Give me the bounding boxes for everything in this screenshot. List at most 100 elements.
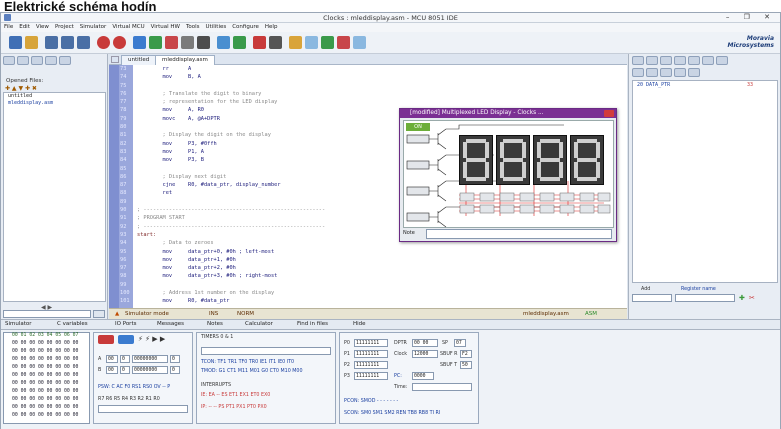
star-icon[interactable] [632, 56, 644, 65]
menu-simulator[interactable]: Simulator [77, 23, 110, 31]
opened-files-list[interactable]: untitled mleddisplay.asm [3, 92, 106, 302]
forward-icon[interactable] [17, 56, 29, 65]
pin-selectors[interactable] [458, 191, 612, 225]
file-item-untitled[interactable]: untitled [4, 93, 105, 100]
hex-row[interactable]: 00 00 00 00 00 00 00 00 [4, 405, 89, 413]
hex-row[interactable]: 00 00 00 00 00 00 00 00 [4, 341, 89, 349]
tab-hide[interactable]: Hide [353, 321, 366, 327]
menu-utilities[interactable]: Utilities [203, 23, 230, 31]
reg-a-bin[interactable]: 00000000 [132, 355, 168, 363]
code-line[interactable]: mov data_ptr+1, #0h [137, 256, 627, 264]
tab-calculator[interactable]: Calculator [245, 321, 273, 327]
tab-messages[interactable]: Messages [157, 321, 184, 327]
animate-icon[interactable] [165, 36, 178, 49]
pencil-icon[interactable] [289, 36, 302, 49]
code-line[interactable]: mov B, A [137, 73, 627, 81]
list-icon[interactable] [31, 56, 43, 65]
code-line[interactable]: rr A [137, 65, 627, 73]
save-all-icon[interactable] [77, 36, 90, 49]
code-line[interactable] [137, 281, 627, 289]
internal-ram-hex[interactable]: 00 01 02 03 04 05 06 07 00 00 00 00 00 0… [3, 332, 90, 424]
menu-edit[interactable]: Edit [16, 23, 33, 31]
register-name-input[interactable] [675, 294, 735, 302]
led-display-window[interactable]: [modified] Multiplexed LED Display - Clo… [399, 108, 617, 242]
tab-notes[interactable]: Notes [207, 321, 223, 327]
sim-run-icons[interactable]: ⚡ ⚡ ▶ ▶ [138, 335, 165, 343]
reg-a-dec[interactable]: 0 [120, 355, 130, 363]
reg-a-oct[interactable]: 0 [170, 355, 180, 363]
code-line[interactable] [137, 82, 627, 90]
code-line[interactable]: mov data_ptr+2, #0h [137, 264, 627, 272]
back-icon[interactable] [3, 56, 15, 65]
watch-add-icon[interactable] [632, 68, 644, 77]
pc-value[interactable]: 0000 [412, 372, 434, 380]
flag-icon[interactable] [660, 56, 672, 65]
sp-value[interactable]: 07 [454, 339, 466, 347]
menu-configure[interactable]: Configure [229, 23, 262, 31]
menu-view[interactable]: View [33, 23, 52, 31]
left-search-button[interactable] [93, 310, 105, 318]
open-file-icon[interactable] [25, 36, 38, 49]
spell-check-icon[interactable] [321, 36, 334, 49]
menu-help[interactable]: Help [262, 23, 281, 31]
tab-untitled[interactable]: untitled [121, 55, 157, 65]
tab-simulator[interactable]: Simulator [5, 321, 32, 327]
add-watch-icon[interactable]: ✚ [739, 294, 745, 302]
filter-icon[interactable] [45, 56, 57, 65]
menu-tools[interactable]: Tools [183, 23, 203, 31]
breakpoint-icon[interactable] [197, 36, 210, 49]
grid-icon[interactable] [688, 56, 700, 65]
p1-value[interactable]: 11111111 [354, 350, 388, 358]
bookmark-icon[interactable] [305, 36, 318, 49]
tab-find-in-files[interactable]: Find in files [297, 321, 328, 327]
hex-row[interactable]: 00 00 00 00 00 00 00 00 [4, 373, 89, 381]
hex-row[interactable]: 00 00 00 00 00 00 00 00 [4, 381, 89, 389]
table-icon[interactable] [702, 56, 714, 65]
new-file-icon[interactable] [9, 36, 22, 49]
note-input[interactable] [426, 229, 612, 239]
file-item-mleddisplay[interactable]: mleddisplay.asm [4, 100, 105, 107]
code-line[interactable]: mov data_ptr+3, #0h ; right-most [137, 272, 627, 280]
sbuft-value[interactable]: 50 [460, 361, 472, 369]
close-icon[interactable] [604, 110, 614, 117]
reg-b-oct[interactable]: 0 [170, 366, 180, 374]
calculator-icon[interactable] [269, 36, 282, 49]
code-line[interactable]: mov R0, #data_ptr [137, 297, 627, 305]
general-registers[interactable] [98, 405, 188, 413]
compile-icon[interactable] [217, 36, 230, 49]
menu-project[interactable]: Project [52, 23, 77, 31]
left-search-input[interactable] [3, 310, 91, 318]
sim-stop-icon[interactable] [98, 335, 114, 344]
build-icon[interactable] [233, 36, 246, 49]
reg-a-hex[interactable]: 00 [106, 355, 118, 363]
hex-row[interactable]: 00 00 00 00 00 00 00 00 [4, 413, 89, 421]
sbufr-value[interactable]: F2 [460, 350, 472, 358]
save-as-icon[interactable] [61, 36, 74, 49]
step-icon[interactable] [133, 36, 146, 49]
save-icon[interactable] [45, 36, 58, 49]
reg-b-hex[interactable]: 00 [106, 366, 118, 374]
hex-row[interactable]: 00 00 00 00 00 00 00 00 [4, 365, 89, 373]
menu-virtual-mcu[interactable]: Virtual MCU [109, 23, 147, 31]
code-line[interactable]: ; Address 1st number on the display [137, 289, 627, 297]
reset-icon[interactable] [181, 36, 194, 49]
stop-icon[interactable] [113, 36, 126, 49]
time-value[interactable] [412, 383, 472, 391]
watch-clear-icon[interactable] [688, 68, 700, 77]
watch-remove-icon[interactable] [646, 68, 658, 77]
code-line[interactable]: ; representation for the LED display [137, 98, 627, 106]
reg-b-bin[interactable]: 00000000 [132, 366, 168, 374]
menu-virtual-hw[interactable]: Virtual HW [148, 23, 183, 31]
hex-row[interactable]: 00 00 00 00 00 00 00 00 [4, 389, 89, 397]
register-watch-list[interactable]: 20 DATA_PTR 33 [632, 80, 778, 283]
clock-value[interactable]: 12000 [412, 350, 438, 358]
menu-file[interactable]: File [1, 23, 16, 31]
hex-row[interactable]: 00 00 00 00 00 00 00 00 [4, 349, 89, 357]
tab-io-ports[interactable]: IO Ports [115, 321, 136, 327]
start-simulator-icon[interactable] [97, 36, 110, 49]
remove-watch-icon[interactable]: ✂ [749, 294, 755, 302]
settings-icon[interactable] [59, 56, 71, 65]
timer-values[interactable] [201, 347, 331, 355]
hex-editor-icon[interactable] [253, 36, 266, 49]
pin-icon[interactable] [646, 56, 658, 65]
